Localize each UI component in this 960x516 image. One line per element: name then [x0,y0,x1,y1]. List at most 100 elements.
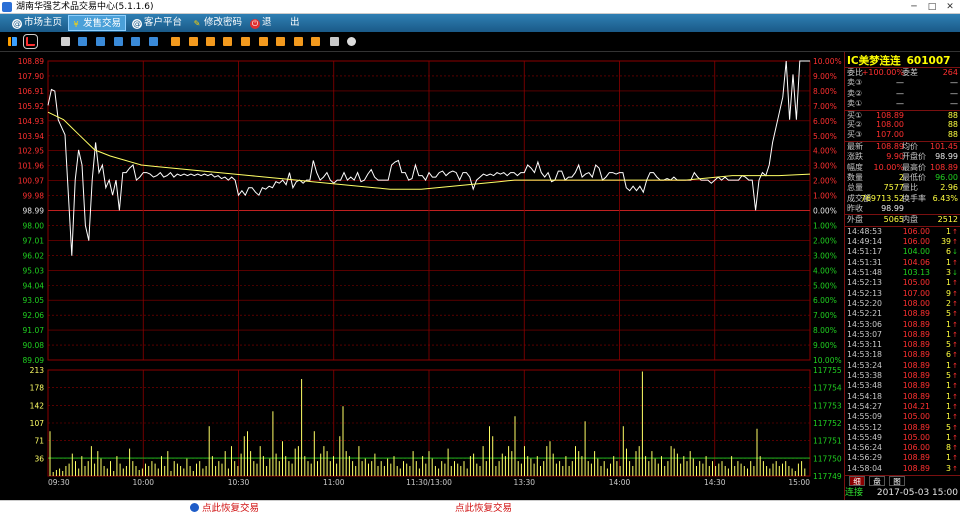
arrow-up-icon: ↑ [952,351,958,360]
stat-row: 最新 108.89 均价 101.45 [845,142,960,152]
stat-label: 总量 [847,183,863,193]
tab-book[interactable]: 盘 [869,476,885,486]
trade-price: 108.89 [902,360,930,370]
pct-tick-label: 6.00% [813,296,837,305]
connection-status-bar: 连接 2017-05-03 15:00 [845,486,960,500]
pct-tick-label: 7.00% [813,102,837,111]
book-value-2: 88 [947,119,958,129]
stat-value-2: 108.89 [930,162,958,172]
window-icon[interactable] [131,37,140,46]
trade-tick-row: 14:52:13 105.00 1 ↑ [845,278,960,288]
grid-icon[interactable] [78,37,87,46]
menu-market-home[interactable]: @ 市场主页 [10,15,62,31]
stat-row: 总量 7577 量比 2.96 [845,183,960,193]
book-value: 108.00 [876,119,904,129]
orange-7-icon[interactable] [276,37,285,46]
orange-3-icon[interactable] [206,37,215,46]
pct-tick-label: 3.00% [813,162,837,171]
trade-qty: 3 [946,463,951,473]
trade-time: 14:49:14 [847,237,883,247]
stat-row: 幅度 10.00% 最高价 108.89 [845,163,960,173]
trade-tick-row: 14:51:31 104.06 1 ↑ [845,258,960,268]
menu-label: 市场主页 [24,17,63,28]
book-label-2: 委差 [902,68,918,77]
tab-detail[interactable]: 细 [849,476,865,486]
orange-9-icon[interactable] [311,37,320,46]
time-axis-label: 09:30 [48,478,70,486]
menu-label: 出 [290,17,300,28]
book-label: 买③ [847,130,863,140]
price-tick-label: 101.96 [18,162,44,171]
trade-tick-row: 14:51:17 104.00 6 ↓ [845,247,960,257]
arrow-up-icon: ↑ [952,227,958,236]
list-alt-icon[interactable] [114,37,123,46]
trade-tick-row: 14:53:06 108.89 1 ↑ [845,320,960,330]
arrow-up-icon: ↑ [952,361,958,370]
volume-tick-label: 213 [30,366,45,375]
app-window: 湖南华强艺术品交易中心(5.1.1.6) ─ □ ✕ @ 市场主页 ¥ 发售交易 @… [0,0,960,516]
maximize-button[interactable]: □ [924,1,940,13]
toolbar [0,32,960,52]
orange-6-icon[interactable] [259,37,268,46]
table-icon[interactable] [61,37,70,46]
book-label: 卖② [847,88,863,98]
menu-issue-trading[interactable]: ¥ 发售交易 [68,15,126,31]
menu-logout[interactable]: ⏻ 退 [248,15,272,31]
trade-qty: 6 [946,247,951,257]
price-tick-label: 106.91 [18,87,44,96]
book-value: — [896,88,904,98]
stat-label-2: 换手率 [902,193,926,203]
trade-qty: 1 [946,278,951,288]
tab-chart[interactable]: 图 [889,476,905,486]
orange-4-icon[interactable] [223,37,232,46]
book-value: — [896,78,904,88]
price-tick-label: 95.03 [23,266,45,275]
trade-price: 108.89 [902,463,930,473]
trade-time: 14:54:27 [847,401,883,411]
intraday-chart-area[interactable]: 108.89 10.00% 107.90 9.00% 106.91 8.00% 105.92… [0,52,844,486]
volume-tick-label: 71 [34,437,44,446]
trade-time: 14:56:29 [847,453,883,463]
title-bar: 湖南华强艺术品交易中心(5.1.1.6) ─ □ ✕ [0,0,960,14]
price-tick-label: 102.95 [18,147,44,156]
book-row: 买② 108.00 88 [845,120,960,130]
stat-label-2: 最低价 [902,172,926,182]
book-value-2: — [950,78,958,88]
arrow-up-icon: ↑ [952,341,958,350]
arrow-up-icon: ↑ [952,433,958,442]
restore-trading-link-left[interactable]: 点此恢复交易 [190,502,259,516]
stat-row: 昨收 98.99 [845,204,960,214]
line-chart-icon[interactable] [23,34,38,49]
book-row: 买③ 107.00 88 [845,130,960,140]
gear-icon[interactable] [347,37,356,46]
menu-logout-suffix[interactable]: 出 [288,15,300,31]
orange-5-icon[interactable] [241,37,250,46]
pct-tick-label: 3.00% [813,251,837,260]
pct-tick-label: 1.00% [813,221,837,230]
price-tick-label: 97.01 [23,236,45,245]
trade-qty: 3 [946,268,951,278]
pct-tick-label: 8.00% [813,326,837,335]
trade-qty: 1 [946,453,951,463]
trade-time: 14:55:49 [847,432,883,442]
list-icon[interactable] [96,37,105,46]
globe-icon: @ [12,19,22,29]
restore-trading-link-right[interactable]: 点此恢复交易 [455,502,512,516]
price-tick-label: 94.04 [23,281,45,290]
trade-price: 108.89 [902,329,930,339]
menu-change-password[interactable]: ✎ 修改密码 [190,15,242,31]
minimize-button[interactable]: ─ [906,1,922,13]
book-value-2: — [950,88,958,98]
close-button[interactable]: ✕ [942,1,958,13]
trade-ticks-list[interactable]: 14:48:53 106.00 1 ↑ 14:49:14 106.00 39 ↑… [845,227,960,474]
stat-label: 昨收 [847,204,863,214]
pencil-icon[interactable] [330,37,339,46]
bar-chart-icon[interactable] [8,37,17,46]
menu-client-platform[interactable]: @ 客户平台 [130,15,182,31]
volume-right-tick-label: 117753 [813,401,842,410]
x-icon[interactable] [149,37,158,46]
orange-2-icon[interactable] [189,37,198,46]
orange-8-icon[interactable] [294,37,303,46]
orange-1-icon[interactable] [171,37,180,46]
book-value: +100.00% [861,68,904,77]
